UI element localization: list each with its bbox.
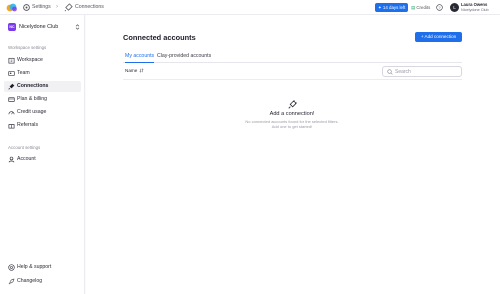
days-left-button[interactable]: ✦ 14 days left <box>375 3 408 12</box>
sidebar-item-label: Help & support <box>17 264 52 270</box>
breadcrumb-connections: Connections <box>75 4 104 10</box>
main-content: Connected accounts + Add connection My a… <box>86 15 500 294</box>
credits-label: Credits <box>416 5 431 10</box>
svg-text:?: ? <box>438 5 441 10</box>
search-box <box>382 66 462 77</box>
breadcrumb-settings[interactable]: Settings <box>32 3 51 12</box>
top-bar: Settings › Connections ✦ 14 days left ▤ … <box>0 0 500 15</box>
sort-label: Name <box>125 68 138 73</box>
page-title: Connected accounts <box>123 33 196 42</box>
team-icon <box>8 70 15 77</box>
sort-icon <box>138 68 144 73</box>
flame-icon: ✦ <box>378 5 382 10</box>
user-name[interactable]: Laura Owens <box>461 2 487 7</box>
empty-state-title: Add a connection! <box>269 111 315 117</box>
gear-icon <box>23 4 30 11</box>
sidebar-item-label: Connections <box>17 83 49 89</box>
building-icon <box>8 57 15 64</box>
sidebar-item-connections[interactable]: Connections <box>4 81 81 92</box>
sidebar-item-referrals[interactable]: Referrals <box>4 120 81 131</box>
tab-clay-provided-accounts[interactable]: Clay-provided accounts <box>157 51 211 63</box>
empty-state-cta-text: Add one to get started! <box>271 124 313 129</box>
clay-logo-icon[interactable] <box>6 3 18 12</box>
workspace-badge: NC <box>8 23 16 31</box>
credits-icon: ▤ <box>411 5 416 10</box>
gift-icon <box>8 124 15 129</box>
sidebar: NC Nicelydone Club Workspace settings Wo… <box>0 15 85 294</box>
sidebar-item-plan-billing[interactable]: Plan & billing <box>4 94 81 105</box>
sidebar-item-label: Workspace <box>17 57 43 63</box>
workspace-settings-heading: Workspace settings <box>8 45 47 50</box>
user-org: Nicelydone Club <box>461 8 489 12</box>
sidebar-item-label: Team <box>17 70 30 76</box>
sidebar-item-label: Referrals <box>17 122 39 128</box>
credits-button[interactable]: ▤ Credits <box>411 3 430 12</box>
add-connection-button[interactable]: + Add connection <box>415 32 462 42</box>
sidebar-item-changelog[interactable]: Changelog <box>4 276 81 287</box>
sidebar-item-help-support[interactable]: Help & support <box>4 262 81 273</box>
chevron-updown-icon <box>75 24 80 30</box>
days-left-label: 14 days left <box>382 5 406 10</box>
sidebar-item-workspace[interactable]: Workspace <box>4 55 81 66</box>
plug-icon <box>8 83 15 90</box>
search-input[interactable] <box>395 67 457 76</box>
table-divider <box>123 79 462 80</box>
sidebar-item-account[interactable]: Account <box>4 154 81 165</box>
workspace-name: Nicelydone Club <box>19 24 59 30</box>
help-icon[interactable]: ? <box>436 4 443 11</box>
breadcrumb-separator: › <box>56 4 58 10</box>
account-settings-heading: Account settings <box>8 145 41 150</box>
sort-by-name-button[interactable]: Name <box>123 67 146 75</box>
sidebar-item-label: Plan & billing <box>17 96 47 102</box>
search-icon <box>387 69 393 75</box>
user-icon <box>8 156 15 163</box>
card-icon <box>8 97 15 102</box>
sidebar-item-label: Changelog <box>17 278 43 284</box>
plug-icon <box>288 100 297 109</box>
gauge-icon <box>8 111 15 115</box>
sidebar-item-credit-usage[interactable]: Credit usage <box>4 107 81 118</box>
rocket-icon <box>8 278 15 285</box>
plug-icon <box>64 3 73 12</box>
sidebar-item-label: Account <box>17 156 36 162</box>
tab-my-accounts[interactable]: My accounts <box>125 51 155 63</box>
workspace-switcher[interactable]: NC Nicelydone Club <box>4 20 81 34</box>
sidebar-item-team[interactable]: Team <box>4 68 81 79</box>
tab-bar: My accounts Clay-provided accounts <box>123 51 462 63</box>
sidebar-item-label: Credit usage <box>17 109 47 115</box>
user-avatar[interactable]: L <box>450 3 459 12</box>
help-icon <box>8 264 15 271</box>
